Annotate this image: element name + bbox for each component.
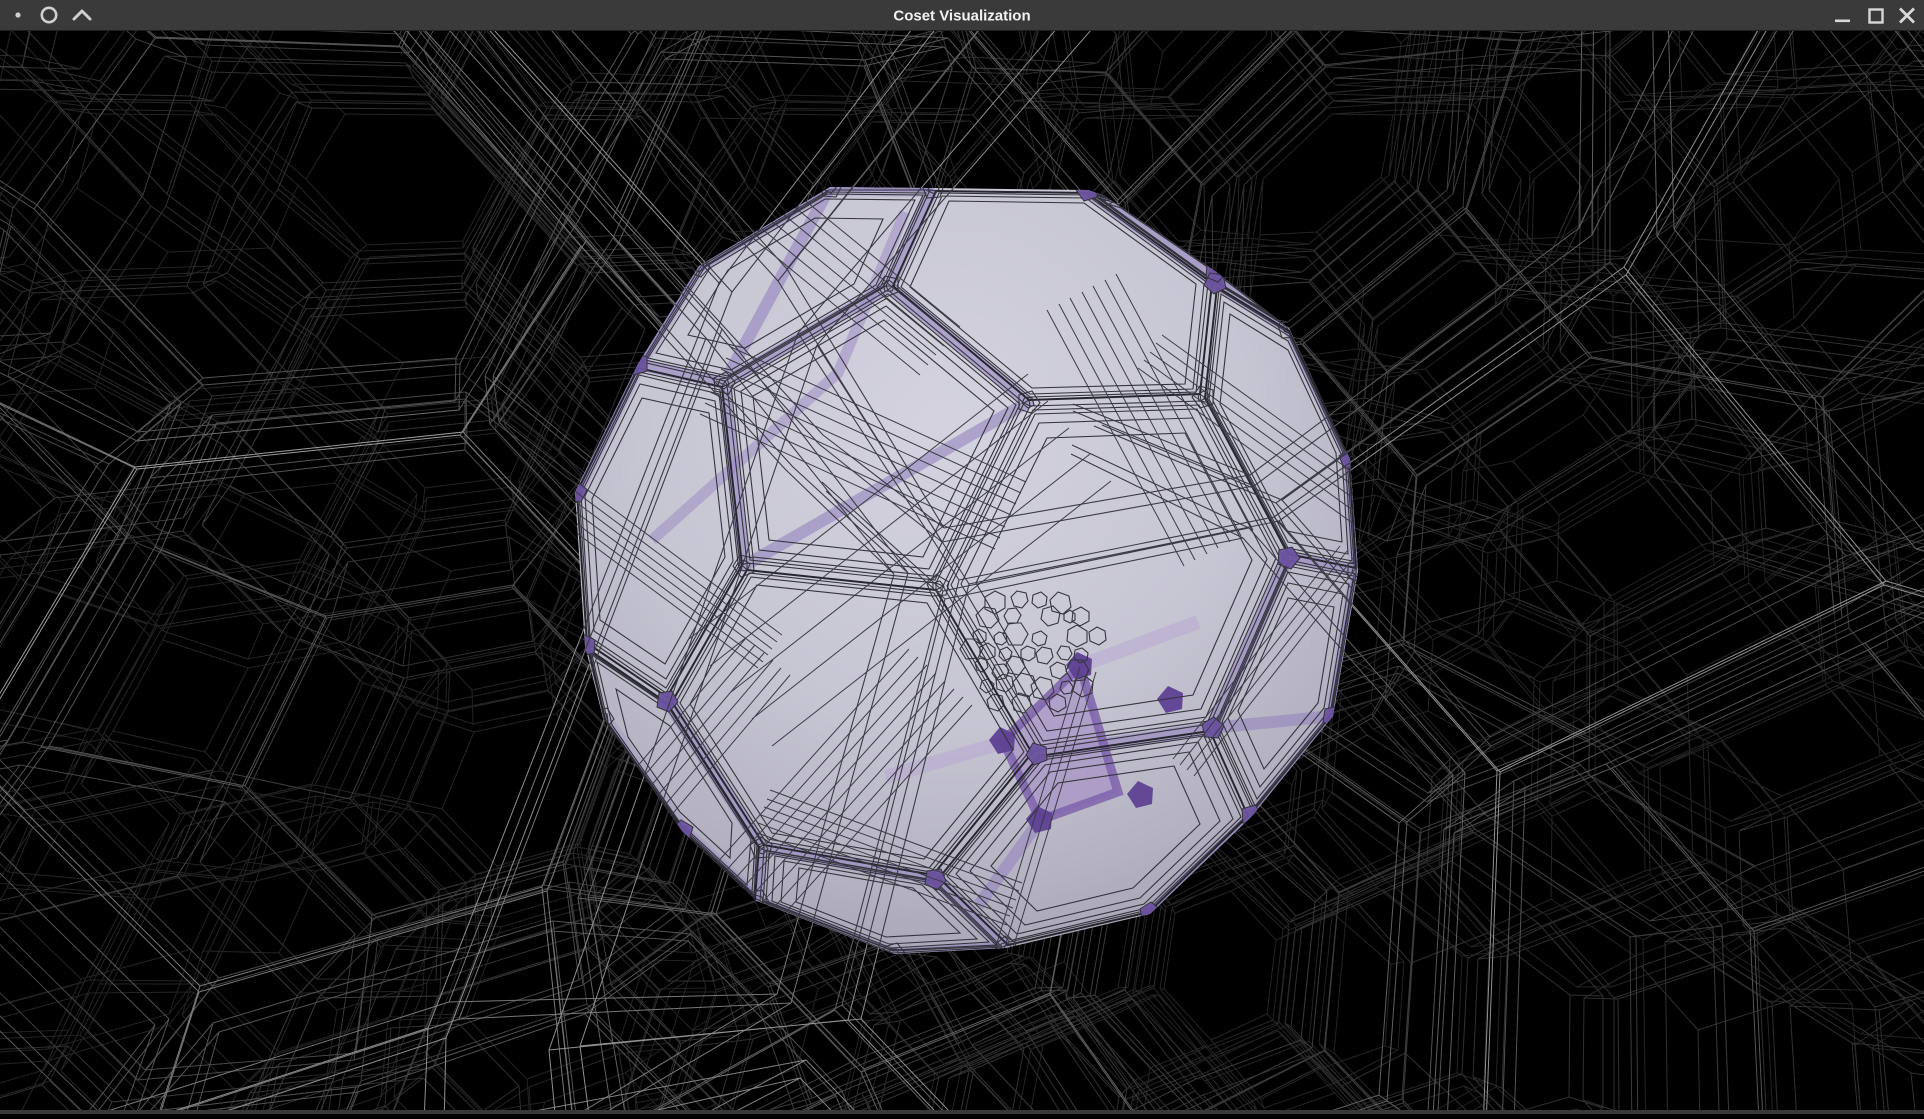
- svg-text:Coset Visualization: Coset Visualization: [893, 8, 1030, 25]
